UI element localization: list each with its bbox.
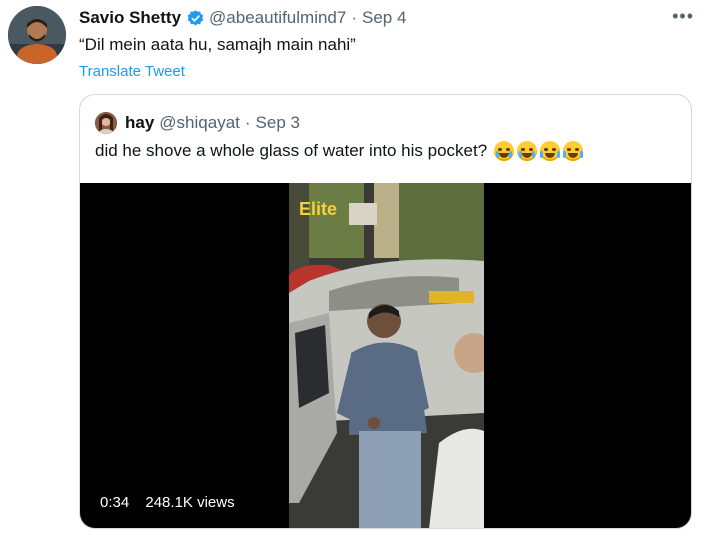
quoted-tweet-header: hay @shiqayat · Sep 3 [95,111,300,135]
author-handle[interactable]: @abeautifulmind7 [209,8,346,28]
tweet-header: Savio Shetty @abeautifulmind7 · Sep 4 [79,7,700,29]
tweet-date[interactable]: Sep 4 [362,8,406,28]
quoted-tweet-card[interactable]: hay @shiqayat · Sep 3 did he shove a who… [79,94,692,529]
video-player[interactable]: Elite 0:34 248.1K views [80,183,691,528]
author-name[interactable]: Savio Shetty [79,8,181,28]
face-with-tears-of-joy-icon [540,141,561,161]
separator-dot: · [244,113,251,132]
video-duration: 0:34 [100,494,130,511]
more-options-icon[interactable]: ••• [672,6,694,27]
video-frame: Elite [289,183,484,528]
loudly-crying-face-icon [494,141,515,161]
author-avatar[interactable] [8,6,66,64]
quoted-author-handle[interactable]: @shiqayat [159,113,240,133]
video-meta: 0:34 248.1K views [100,494,247,511]
quoted-tweet-date[interactable]: Sep 3 [256,113,300,133]
video-views: 248.1K views [145,494,235,511]
face-with-tears-of-joy-icon [563,141,584,161]
loudly-crying-face-icon [517,141,538,161]
translate-tweet-link[interactable]: Translate Tweet [79,63,185,80]
separator-dot: · [351,8,358,27]
quoted-author-avatar[interactable] [95,112,117,134]
tweet-text: “Dil mein aata hu, samajh main nahi” [79,35,356,54]
quoted-tweet-text: did he shove a whole glass of water into… [95,141,488,160]
video-watermark: Elite [299,199,337,219]
verified-badge-icon [186,9,205,28]
quoted-tweet-text-row: did he shove a whole glass of water into… [95,141,584,161]
quoted-author-name[interactable]: hay [125,113,154,133]
